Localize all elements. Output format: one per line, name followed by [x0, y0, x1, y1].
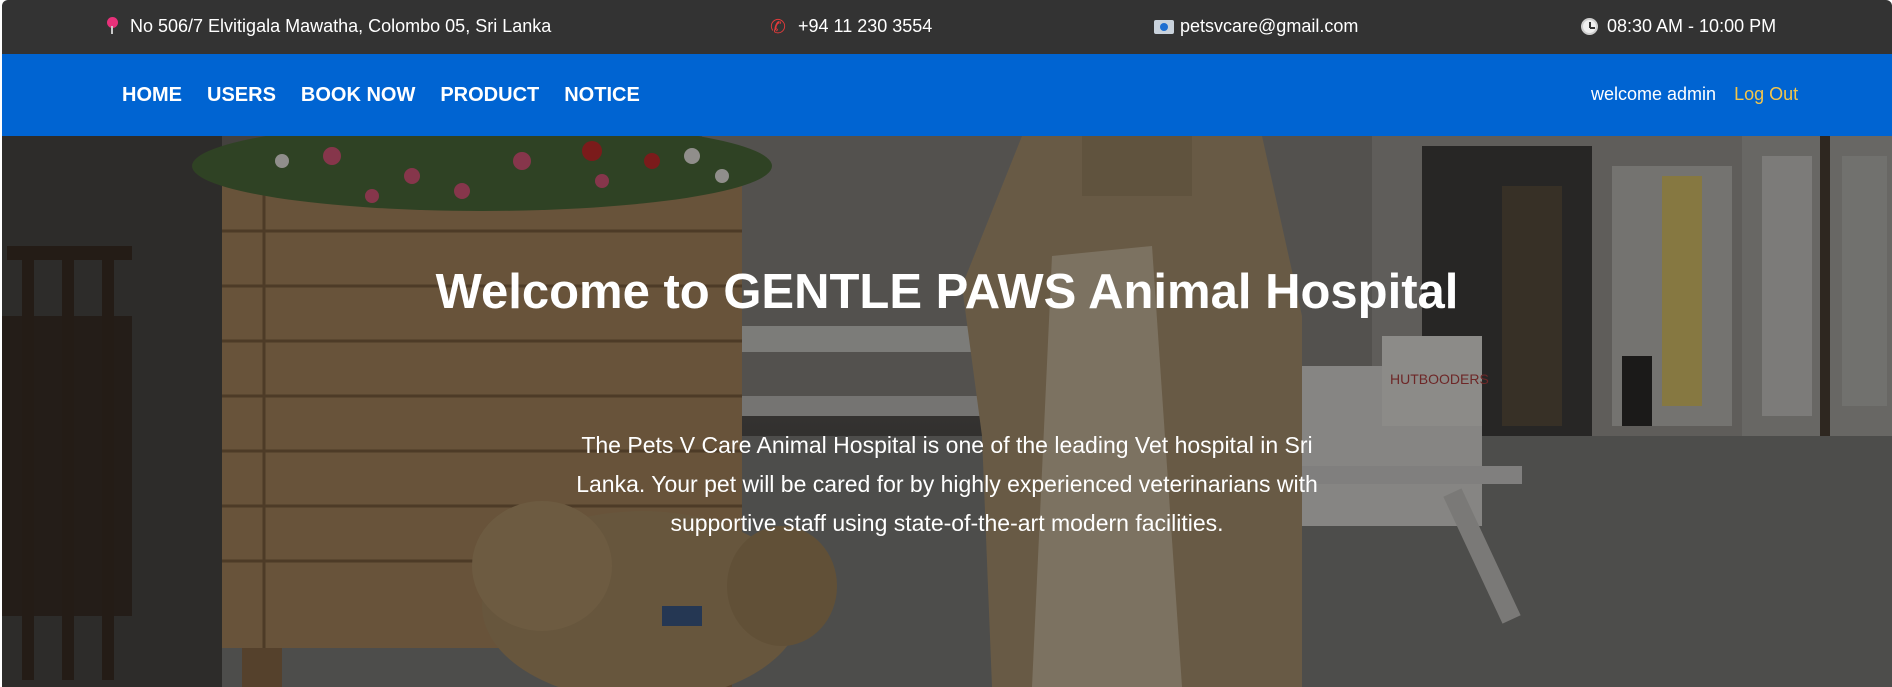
phone-text: +94 11 230 3554	[798, 16, 933, 36]
map-pin-icon	[102, 16, 124, 37]
clock-icon	[1579, 17, 1601, 37]
nav-users[interactable]: USERS	[207, 84, 276, 107]
logout-link[interactable]: Log Out	[1734, 84, 1798, 105]
hero-banner: HUTBOODERS Welcome to GENTLE PAWS Animal…	[2, 136, 1892, 687]
contact-bar: No 506/7 Elvitigala Mawatha, Colombo 05,…	[2, 0, 1892, 54]
nav-product[interactable]: PRODUCT	[440, 84, 539, 107]
hours-info: 08:30 AM - 10:00 PM	[1579, 16, 1776, 37]
main-navbar: HOME USERS BOOK NOW PRODUCT NOTICE welco…	[2, 54, 1892, 136]
nav-notice[interactable]: NOTICE	[564, 84, 640, 107]
welcome-text: welcome admin	[1591, 84, 1717, 104]
phone-info: ✆ +94 11 230 3554	[770, 16, 932, 37]
mailbox-icon	[1152, 17, 1174, 37]
nav-links: HOME USERS BOOK NOW PRODUCT NOTICE	[122, 84, 665, 107]
email-text: petsvcare@gmail.com	[1180, 16, 1359, 36]
phone-icon: ✆	[770, 16, 786, 38]
hours-text: 08:30 AM - 10:00 PM	[1607, 16, 1777, 36]
address-text: No 506/7 Elvitigala Mawatha, Colombo 05,…	[130, 16, 552, 36]
address-info: No 506/7 Elvitigala Mawatha, Colombo 05,…	[102, 16, 551, 37]
hero-description: The Pets V Care Animal Hospital is one o…	[576, 432, 1318, 536]
hero-title: Welcome to GENTLE PAWS Animal Hospital	[435, 265, 1459, 319]
nav-book-now[interactable]: BOOK NOW	[301, 84, 415, 107]
email-info: petsvcare@gmail.com	[1152, 16, 1358, 37]
nav-home[interactable]: HOME	[122, 84, 182, 107]
hero-overlay	[2, 136, 1892, 687]
user-area: welcome admin Log Out	[1591, 84, 1798, 105]
